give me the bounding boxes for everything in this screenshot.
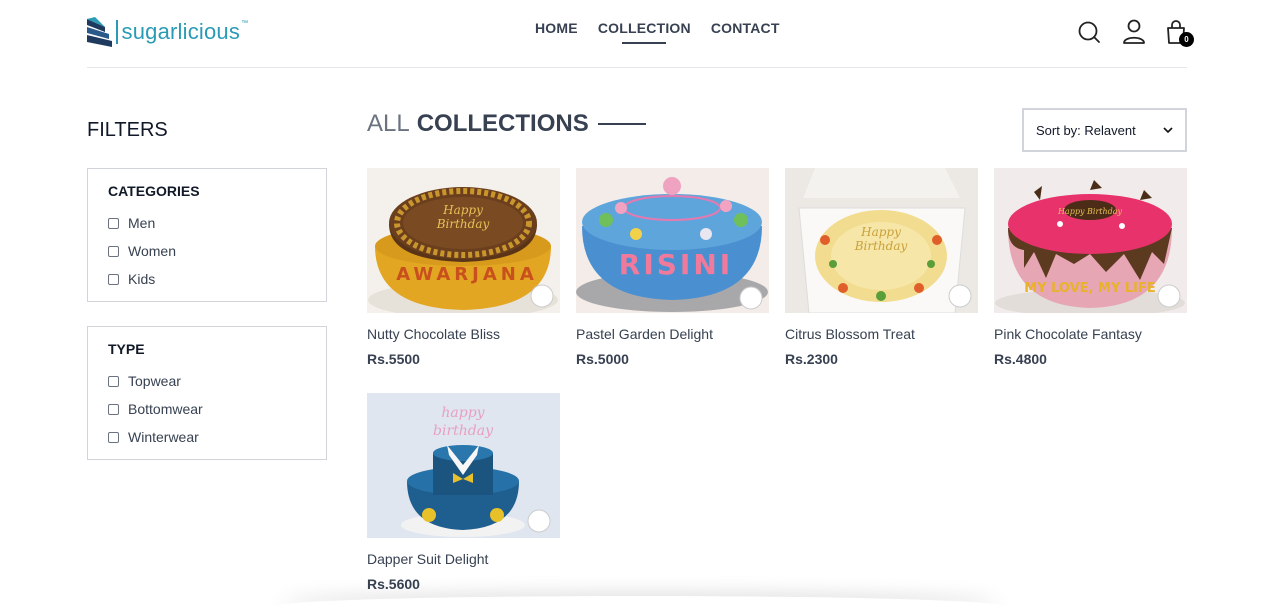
filter-label: Men bbox=[128, 215, 156, 231]
product-price: Rs.2300 bbox=[785, 351, 838, 367]
type-heading: TYPE bbox=[108, 341, 145, 357]
svg-text:RISINI: RISINI bbox=[619, 248, 733, 281]
filter-label: Topwear bbox=[128, 373, 181, 389]
title-bold: COLLECTIONS bbox=[416, 110, 589, 137]
product-name[interactable]: Pastel Garden Delight bbox=[576, 326, 769, 342]
checkbox[interactable] bbox=[108, 431, 119, 443]
product-name[interactable]: Citrus Blossom Treat bbox=[785, 326, 978, 342]
svg-text:Happy: Happy bbox=[860, 225, 901, 239]
product-image[interactable]: RISINI bbox=[576, 168, 769, 313]
filter-option-women[interactable]: Women bbox=[108, 237, 306, 265]
checkbox[interactable] bbox=[108, 217, 119, 229]
product-price: Rs.4800 bbox=[994, 351, 1047, 367]
product-card[interactable]: happy birthday Dapper Suit Delight Rs.56… bbox=[367, 393, 560, 592]
cart-count-badge: 0 bbox=[1179, 32, 1194, 47]
svg-text:Happy Birthday: Happy Birthday bbox=[1057, 207, 1123, 216]
svg-text:AWARJANA: AWARJANA bbox=[396, 264, 538, 285]
nav-collection[interactable]: COLLECTION bbox=[597, 20, 691, 44]
categories-filter: CATEGORIES Men Women Kids bbox=[87, 168, 327, 302]
product-name[interactable]: Nutty Chocolate Bliss bbox=[367, 326, 560, 342]
svg-text:happy: happy bbox=[441, 405, 485, 421]
product-name[interactable]: Pink Chocolate Fantasy bbox=[994, 326, 1187, 342]
svg-text:Happy: Happy bbox=[442, 203, 483, 217]
product-image[interactable]: Happy Birthday MY LOVE, MY LIFE bbox=[994, 168, 1187, 313]
product-image[interactable]: Happy Birthday AWARJANA bbox=[367, 168, 560, 313]
search-icon[interactable] bbox=[1077, 18, 1103, 46]
filter-label: Women bbox=[128, 243, 176, 259]
product-card[interactable]: Happy Birthday Citrus Blossom Treat Rs.2… bbox=[785, 168, 978, 367]
sort-label: Sort by: Relavent bbox=[1036, 122, 1136, 138]
product-card[interactable]: RISINI Pastel Garden Delight Rs.5000 bbox=[576, 168, 769, 367]
nav-collection-label: COLLECTION bbox=[597, 20, 691, 36]
filter-option-topwear[interactable]: Topwear bbox=[108, 367, 306, 395]
product-price: Rs.5500 bbox=[367, 351, 420, 367]
title-line bbox=[597, 123, 646, 125]
product-price: Rs.5000 bbox=[576, 351, 629, 367]
filter-label: Winterwear bbox=[128, 429, 199, 445]
product-image[interactable]: happy birthday bbox=[367, 393, 560, 538]
brand-tm: ™ bbox=[241, 20, 249, 27]
main-nav: HOME COLLECTION CONTACT bbox=[535, 20, 780, 44]
filter-option-winterwear[interactable]: Winterwear bbox=[108, 423, 306, 451]
product-card[interactable]: Happy Birthday MY LOVE, MY LIFE Pink Cho… bbox=[994, 168, 1187, 367]
nav-active-indicator bbox=[622, 42, 667, 44]
bottom-shadow bbox=[280, 596, 1000, 606]
svg-text:birthday: birthday bbox=[433, 423, 494, 439]
brand-name: sugarlicious bbox=[121, 19, 241, 44]
svg-text:Birthday: Birthday bbox=[436, 217, 490, 231]
nav-home[interactable]: HOME bbox=[535, 20, 578, 36]
checkbox[interactable] bbox=[108, 403, 119, 415]
nav-contact[interactable]: CONTACT bbox=[711, 20, 780, 36]
checkbox[interactable] bbox=[108, 245, 119, 257]
filter-option-bottomwear[interactable]: Bottomwear bbox=[108, 395, 306, 423]
filter-label: Kids bbox=[128, 271, 156, 287]
logo-cake-icon bbox=[87, 17, 112, 47]
chevron-down-icon bbox=[1163, 127, 1173, 133]
filters-title: FILTERS bbox=[87, 119, 168, 141]
sort-select[interactable]: Sort by: Relavent bbox=[1022, 108, 1187, 152]
product-name[interactable]: Dapper Suit Delight bbox=[367, 551, 560, 567]
site-header: sugarlicious ™ HOME COLLECTION CONTACT 0 bbox=[87, 0, 1194, 68]
logo-divider bbox=[116, 20, 118, 44]
product-image[interactable]: Happy Birthday bbox=[785, 168, 978, 313]
checkbox[interactable] bbox=[108, 375, 119, 387]
header-icons: 0 bbox=[1077, 18, 1194, 48]
title-light: ALL bbox=[367, 110, 410, 137]
filter-option-kids[interactable]: Kids bbox=[108, 265, 306, 293]
collection-title: ALL COLLECTIONS bbox=[367, 110, 646, 138]
type-filter: TYPE Topwear Bottomwear Winterwear bbox=[87, 326, 327, 460]
svg-text:Birthday: Birthday bbox=[854, 239, 908, 253]
user-icon[interactable] bbox=[1121, 18, 1147, 46]
product-card[interactable]: Happy Birthday AWARJANA Nutty Chocolate … bbox=[367, 168, 560, 367]
cart-button[interactable]: 0 bbox=[1165, 18, 1194, 47]
product-price: Rs.5600 bbox=[367, 576, 420, 592]
filter-label: Bottomwear bbox=[128, 401, 203, 417]
filter-option-men[interactable]: Men bbox=[108, 209, 306, 237]
categories-heading: CATEGORIES bbox=[108, 183, 200, 199]
checkbox[interactable] bbox=[108, 273, 119, 285]
brand-logo[interactable]: sugarlicious ™ bbox=[87, 16, 248, 48]
svg-text:MY LOVE, MY LIFE: MY LOVE, MY LIFE bbox=[1024, 281, 1156, 296]
